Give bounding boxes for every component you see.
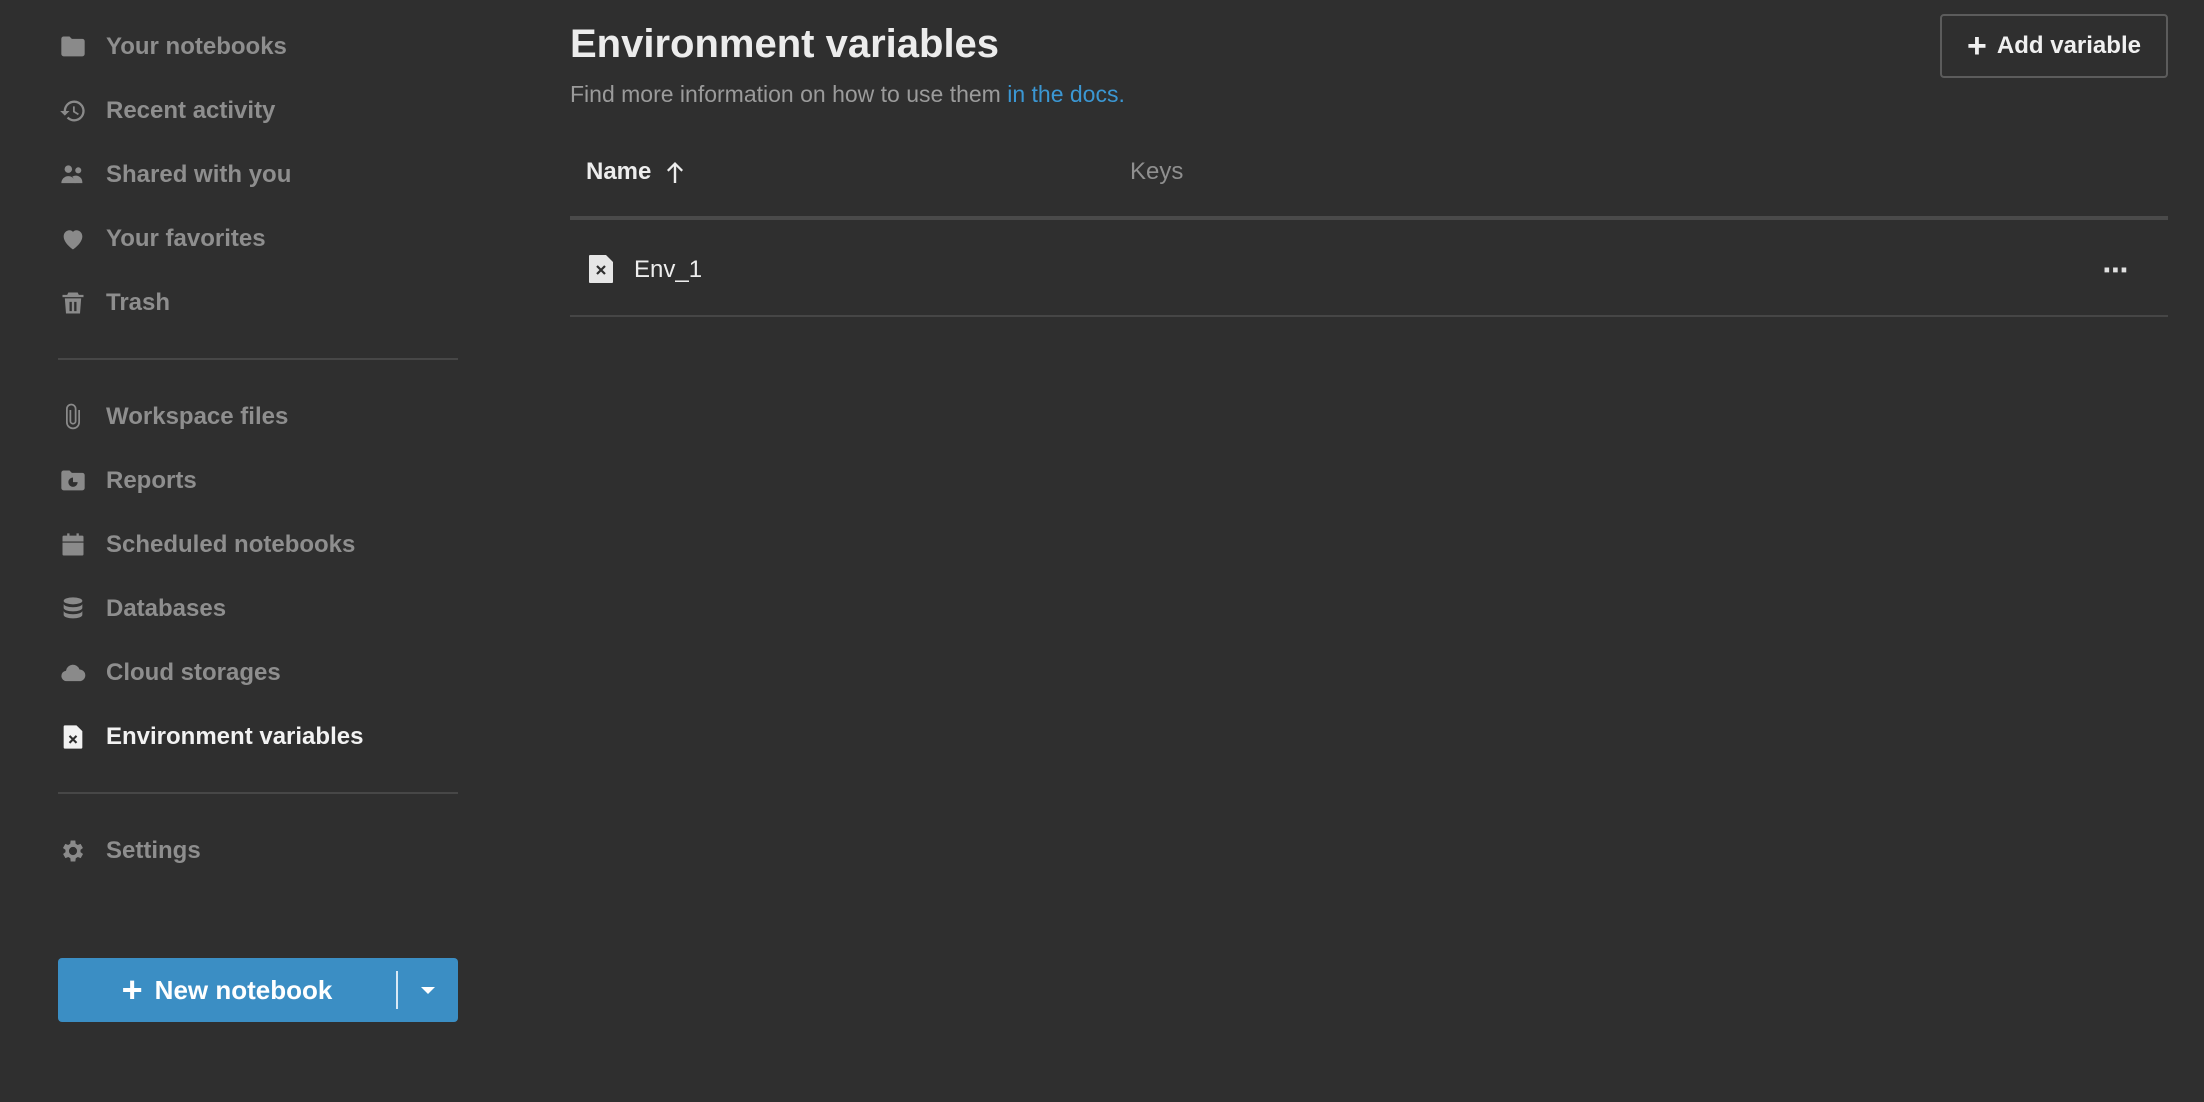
sidebar-item-label: Your notebooks [106,33,287,60]
plus-icon: + [1967,27,1987,65]
report-folder-icon [58,466,88,496]
sidebar-item-label: Recent activity [106,97,276,124]
paperclip-icon [58,402,88,432]
sidebar-item-shared-with-you[interactable]: Shared with you [58,150,458,200]
sidebar: Your notebooks Recent activity Shared wi… [58,0,458,1102]
sidebar-item-label: Workspace files [106,403,289,430]
docs-link[interactable]: in the docs. [1007,81,1125,107]
new-notebook-button[interactable]: + New notebook [58,958,396,1022]
calendar-icon [58,530,88,560]
page-title: Environment variables [570,22,1000,66]
new-notebook-label: New notebook [154,974,333,1005]
sidebar-item-label: Trash [106,289,171,316]
sidebar-item-label: Scheduled notebooks [106,531,356,558]
column-header-keys: Keys [1130,158,1184,185]
main-content: Environment variables Find more informat… [570,0,2168,1102]
sidebar-item-settings[interactable]: Settings [58,826,458,876]
new-notebook-dropdown-button[interactable] [398,958,458,1022]
add-variable-label: Add variable [1996,32,2141,59]
chevron-down-icon [421,986,435,994]
database-icon [58,594,88,624]
plus-icon: + [121,969,143,1010]
row-name: Env_1 [634,256,703,283]
history-icon [58,96,88,126]
sort-ascending-icon [667,162,684,183]
sidebar-item-label: Reports [106,467,197,494]
table-row[interactable]: Env_1 ⋯ [570,220,2168,317]
sidebar-item-your-notebooks[interactable]: Your notebooks [58,22,458,72]
sidebar-divider [58,792,458,794]
column-header-name[interactable]: Name [586,158,687,186]
add-variable-button[interactable]: + Add variable [1940,14,2168,78]
sidebar-item-label: Databases [106,595,227,622]
sidebar-item-cloud-storages[interactable]: Cloud storages [58,648,458,698]
gear-icon [58,836,88,866]
sidebar-divider [58,358,458,360]
sidebar-item-workspace-files[interactable]: Workspace files [58,392,458,442]
column-header-label: Name [586,158,652,185]
sidebar-item-scheduled-notebooks[interactable]: Scheduled notebooks [58,520,458,570]
sidebar-item-label: Environment variables [106,723,364,750]
sidebar-item-recent-activity[interactable]: Recent activity [58,86,458,136]
more-options-icon[interactable]: ⋯ [2096,250,2136,290]
cloud-icon [58,658,88,688]
app-window: Your notebooks Recent activity Shared wi… [0,0,2204,1102]
sidebar-item-label: Settings [106,837,201,864]
sidebar-item-reports[interactable]: Reports [58,456,458,506]
subtitle-text: Find more information on how to use them [570,81,1001,107]
trash-icon [58,288,88,318]
sidebar-item-trash[interactable]: Trash [58,278,458,328]
sidebar-item-databases[interactable]: Databases [58,584,458,634]
table-header: Name Keys [570,140,2168,220]
heart-icon [58,224,88,254]
folder-icon [58,32,88,62]
users-icon [58,160,88,190]
sidebar-item-label: Shared with you [106,161,292,188]
sidebar-item-your-favorites[interactable]: Your favorites [58,214,458,264]
sidebar-item-environment-variables[interactable]: Environment variables [58,712,458,762]
page-subtitle: Find more information on how to use them… [570,81,1125,108]
new-notebook-button-group: + New notebook [58,958,458,1022]
sidebar-item-label: Your favorites [106,225,266,252]
env-variable-icon [58,722,88,752]
sidebar-item-label: Cloud storages [106,659,281,686]
env-variable-icon [589,255,613,283]
